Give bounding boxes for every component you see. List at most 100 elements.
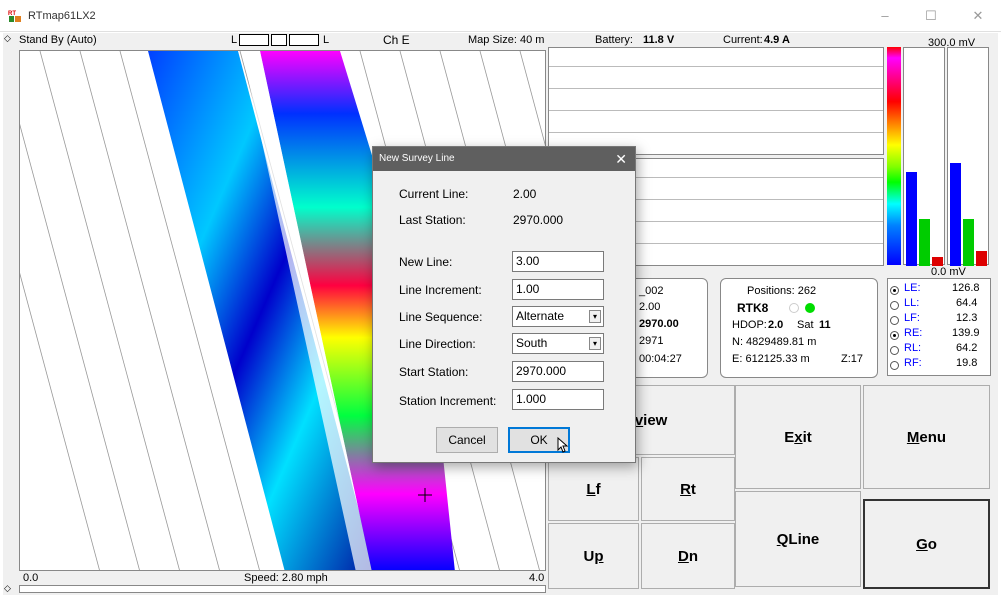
current-line-value: 2.00 xyxy=(513,187,537,201)
channel-row-re[interactable]: RE: 139.9 xyxy=(890,327,988,341)
channel-value: 139.9 xyxy=(952,327,980,339)
l-left-label: L xyxy=(231,34,238,46)
rt-button[interactable]: Rt xyxy=(641,457,735,521)
sat-value: 11 xyxy=(819,319,831,331)
new-survey-line-dialog: New Survey Line ✕ Current Line: 2.00 Las… xyxy=(372,146,636,463)
channel-list: LE: 126.8 LL: 64.4 LF: 12.3 RE: 139.9 RL… xyxy=(887,278,991,376)
hdop-value: 2.0 xyxy=(768,319,784,331)
last-station-value: 2970.000 xyxy=(513,213,564,227)
channel-radio[interactable] xyxy=(890,330,899,340)
dn-button[interactable]: Dn xyxy=(641,523,735,589)
exit-button[interactable]: Ex it xyxy=(735,385,861,489)
maximize-button[interactable]: ☐ xyxy=(908,0,954,32)
line-sequence-select[interactable]: Alternate ▾ xyxy=(512,306,604,327)
line-increment-label: Line Increment: xyxy=(399,283,482,297)
channel-name: LE: xyxy=(904,282,921,294)
current-line-label: Current Line: xyxy=(399,187,469,201)
speed-readout: Speed: 2.80 mph xyxy=(244,572,328,584)
exit-label-c: it xyxy=(802,428,812,446)
dialog-close-icon[interactable]: ✕ xyxy=(615,147,627,171)
l-right-label: L xyxy=(323,34,330,46)
bar-graph-right xyxy=(947,47,989,266)
survey-station: 2970.00 xyxy=(639,318,679,330)
map-header: ◇ Stand By (Auto) L L Ch E Map Size: 40 … xyxy=(3,33,548,49)
go-button[interactable]: Go xyxy=(863,499,990,589)
qline-label-a: Q xyxy=(776,530,789,548)
chevron-down-icon[interactable]: ▾ xyxy=(589,310,601,323)
hdop-label: HDOP: xyxy=(732,319,767,331)
battery-value: 11.8 V xyxy=(643,34,675,46)
line-direction-value: South xyxy=(516,336,548,350)
channel-name: RL: xyxy=(904,342,922,354)
channel-row-ll[interactable]: LL: 64.4 xyxy=(890,297,988,311)
menu-label-a: M xyxy=(906,428,920,446)
lf-button[interactable]: Lf xyxy=(548,457,639,521)
new-line-input[interactable]: 3.00 xyxy=(512,251,604,272)
bar-graph-left xyxy=(903,47,945,266)
survey-line-number: 2.00 xyxy=(639,301,661,313)
lf-label-a: L xyxy=(586,480,596,498)
cancel-button[interactable]: Cancel xyxy=(436,427,498,453)
current-label: Current: xyxy=(723,34,763,46)
channel-radio[interactable] xyxy=(890,285,899,295)
l-indicator-3 xyxy=(289,34,319,46)
l-indicator-1 xyxy=(239,34,269,46)
review-label-b: v xyxy=(634,411,644,429)
minimize-button[interactable]: – xyxy=(862,0,908,32)
channel-row-rl[interactable]: RL: 64.2 xyxy=(890,342,988,356)
map-scale-start: 0.0 xyxy=(23,572,39,584)
channel-value: 12.3 xyxy=(956,312,978,324)
mv-min-label: 0.0 mV xyxy=(931,266,966,278)
dialog-title: New Survey Line xyxy=(379,153,455,164)
up-label-b: p xyxy=(594,547,604,565)
line-sequence-value: Alternate xyxy=(516,309,565,323)
map-footer: 0.0 Speed: 2.80 mph 4.0 xyxy=(19,571,546,585)
channel-radio[interactable] xyxy=(890,300,899,310)
up-button[interactable]: Up xyxy=(548,523,639,589)
qline-label-b: Line xyxy=(788,530,820,548)
line-increment-input[interactable]: 1.00 xyxy=(512,279,604,300)
station-increment-label: Station Increment: xyxy=(399,394,497,408)
l-indicator-2 xyxy=(271,34,287,46)
channel-value: 19.8 xyxy=(956,357,978,369)
app-logo-icon: RT xyxy=(8,9,22,23)
line-direction-label: Line Direction: xyxy=(399,337,476,351)
channel-label: Ch E xyxy=(383,33,410,47)
gps-zone: Z:17 xyxy=(841,353,864,365)
map-scrollbar[interactable] xyxy=(19,585,546,593)
gps-info-box: Positions: 262 RTK8 HDOP: 2.0 Sat 11 N: … xyxy=(720,278,878,378)
channel-radio[interactable] xyxy=(890,315,899,325)
line-direction-select[interactable]: South ▾ xyxy=(512,333,604,354)
gps-status-dot-green xyxy=(805,303,815,313)
survey-next-station: 2971 xyxy=(639,335,664,347)
channel-row-le[interactable]: LE: 126.8 xyxy=(890,282,988,296)
new-line-label: New Line: xyxy=(399,255,453,269)
dn-label-a: D xyxy=(677,547,689,565)
start-station-label: Start Station: xyxy=(399,365,469,379)
go-label-b: o xyxy=(927,535,937,553)
channel-name: RF: xyxy=(904,357,922,369)
map-status: Stand By (Auto) xyxy=(19,34,97,46)
channel-row-lf[interactable]: LF: 12.3 xyxy=(890,312,988,326)
station-increment-input[interactable]: 1.000 xyxy=(512,389,604,410)
exit-label-a: E xyxy=(784,428,795,446)
mouse-cursor-icon xyxy=(557,437,569,453)
dn-label-b: n xyxy=(688,547,698,565)
channel-name: LL: xyxy=(904,297,920,309)
gps-status-dot-white xyxy=(789,303,799,313)
exit-label-b: x xyxy=(794,428,803,446)
gps-positions: Positions: 262 xyxy=(747,285,817,297)
sat-label: Sat xyxy=(797,319,814,331)
channel-radio[interactable] xyxy=(890,360,899,370)
chevron-down-icon[interactable]: ▾ xyxy=(589,337,601,350)
map-size: Map Size: 40 m xyxy=(468,34,545,46)
menu-button[interactable]: Menu xyxy=(863,385,990,489)
channel-value: 126.8 xyxy=(952,282,980,294)
dialog-title-bar: New Survey Line ✕ xyxy=(373,147,635,171)
start-station-input[interactable]: 2970.000 xyxy=(512,361,604,382)
close-window-button[interactable]: ✕ xyxy=(955,0,1001,32)
channel-row-rf[interactable]: RF: 19.8 xyxy=(890,357,988,371)
qline-button[interactable]: Q Line xyxy=(735,491,861,587)
channel-radio[interactable] xyxy=(890,345,899,355)
gps-easting: E: 612125.33 m xyxy=(732,353,810,365)
